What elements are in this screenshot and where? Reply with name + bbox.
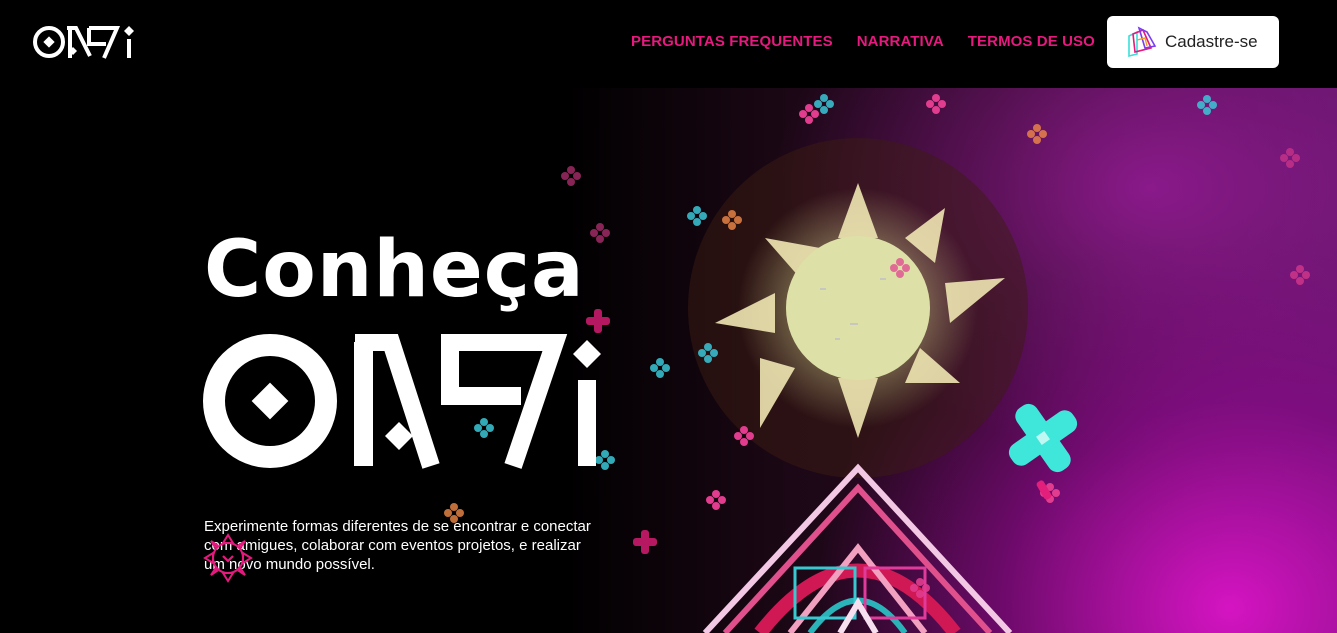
signup-logo-icon	[1128, 26, 1157, 58]
site-header: PERGUNTAS FREQUENTES NARRATIVA TERMOS DE…	[0, 0, 1337, 88]
main-nav: PERGUNTAS FREQUENTES NARRATIVA TERMOS DE…	[631, 33, 1095, 51]
brand-logo[interactable]	[32, 24, 138, 60]
signup-button[interactable]: Cadastre-se	[1107, 16, 1279, 68]
signup-label: Cadastre-se	[1165, 32, 1258, 51]
chevron-down-icon	[222, 555, 234, 563]
hero-illustration	[444, 94, 1310, 633]
hero-headline: Conheça	[204, 225, 585, 315]
nav-link-termos[interactable]: TERMOS DE USO	[968, 33, 1095, 51]
hero-brand-logo	[203, 334, 601, 469]
hero-section: Conheça Experimente formas diferentes de…	[0, 88, 1337, 633]
hero-description: Experimente formas diferentes de se enco…	[204, 518, 591, 573]
scroll-down-button[interactable]	[203, 533, 253, 583]
nav-link-narrativa[interactable]: NARRATIVA	[857, 33, 944, 51]
nav-link-faq[interactable]: PERGUNTAS FREQUENTES	[631, 33, 833, 51]
